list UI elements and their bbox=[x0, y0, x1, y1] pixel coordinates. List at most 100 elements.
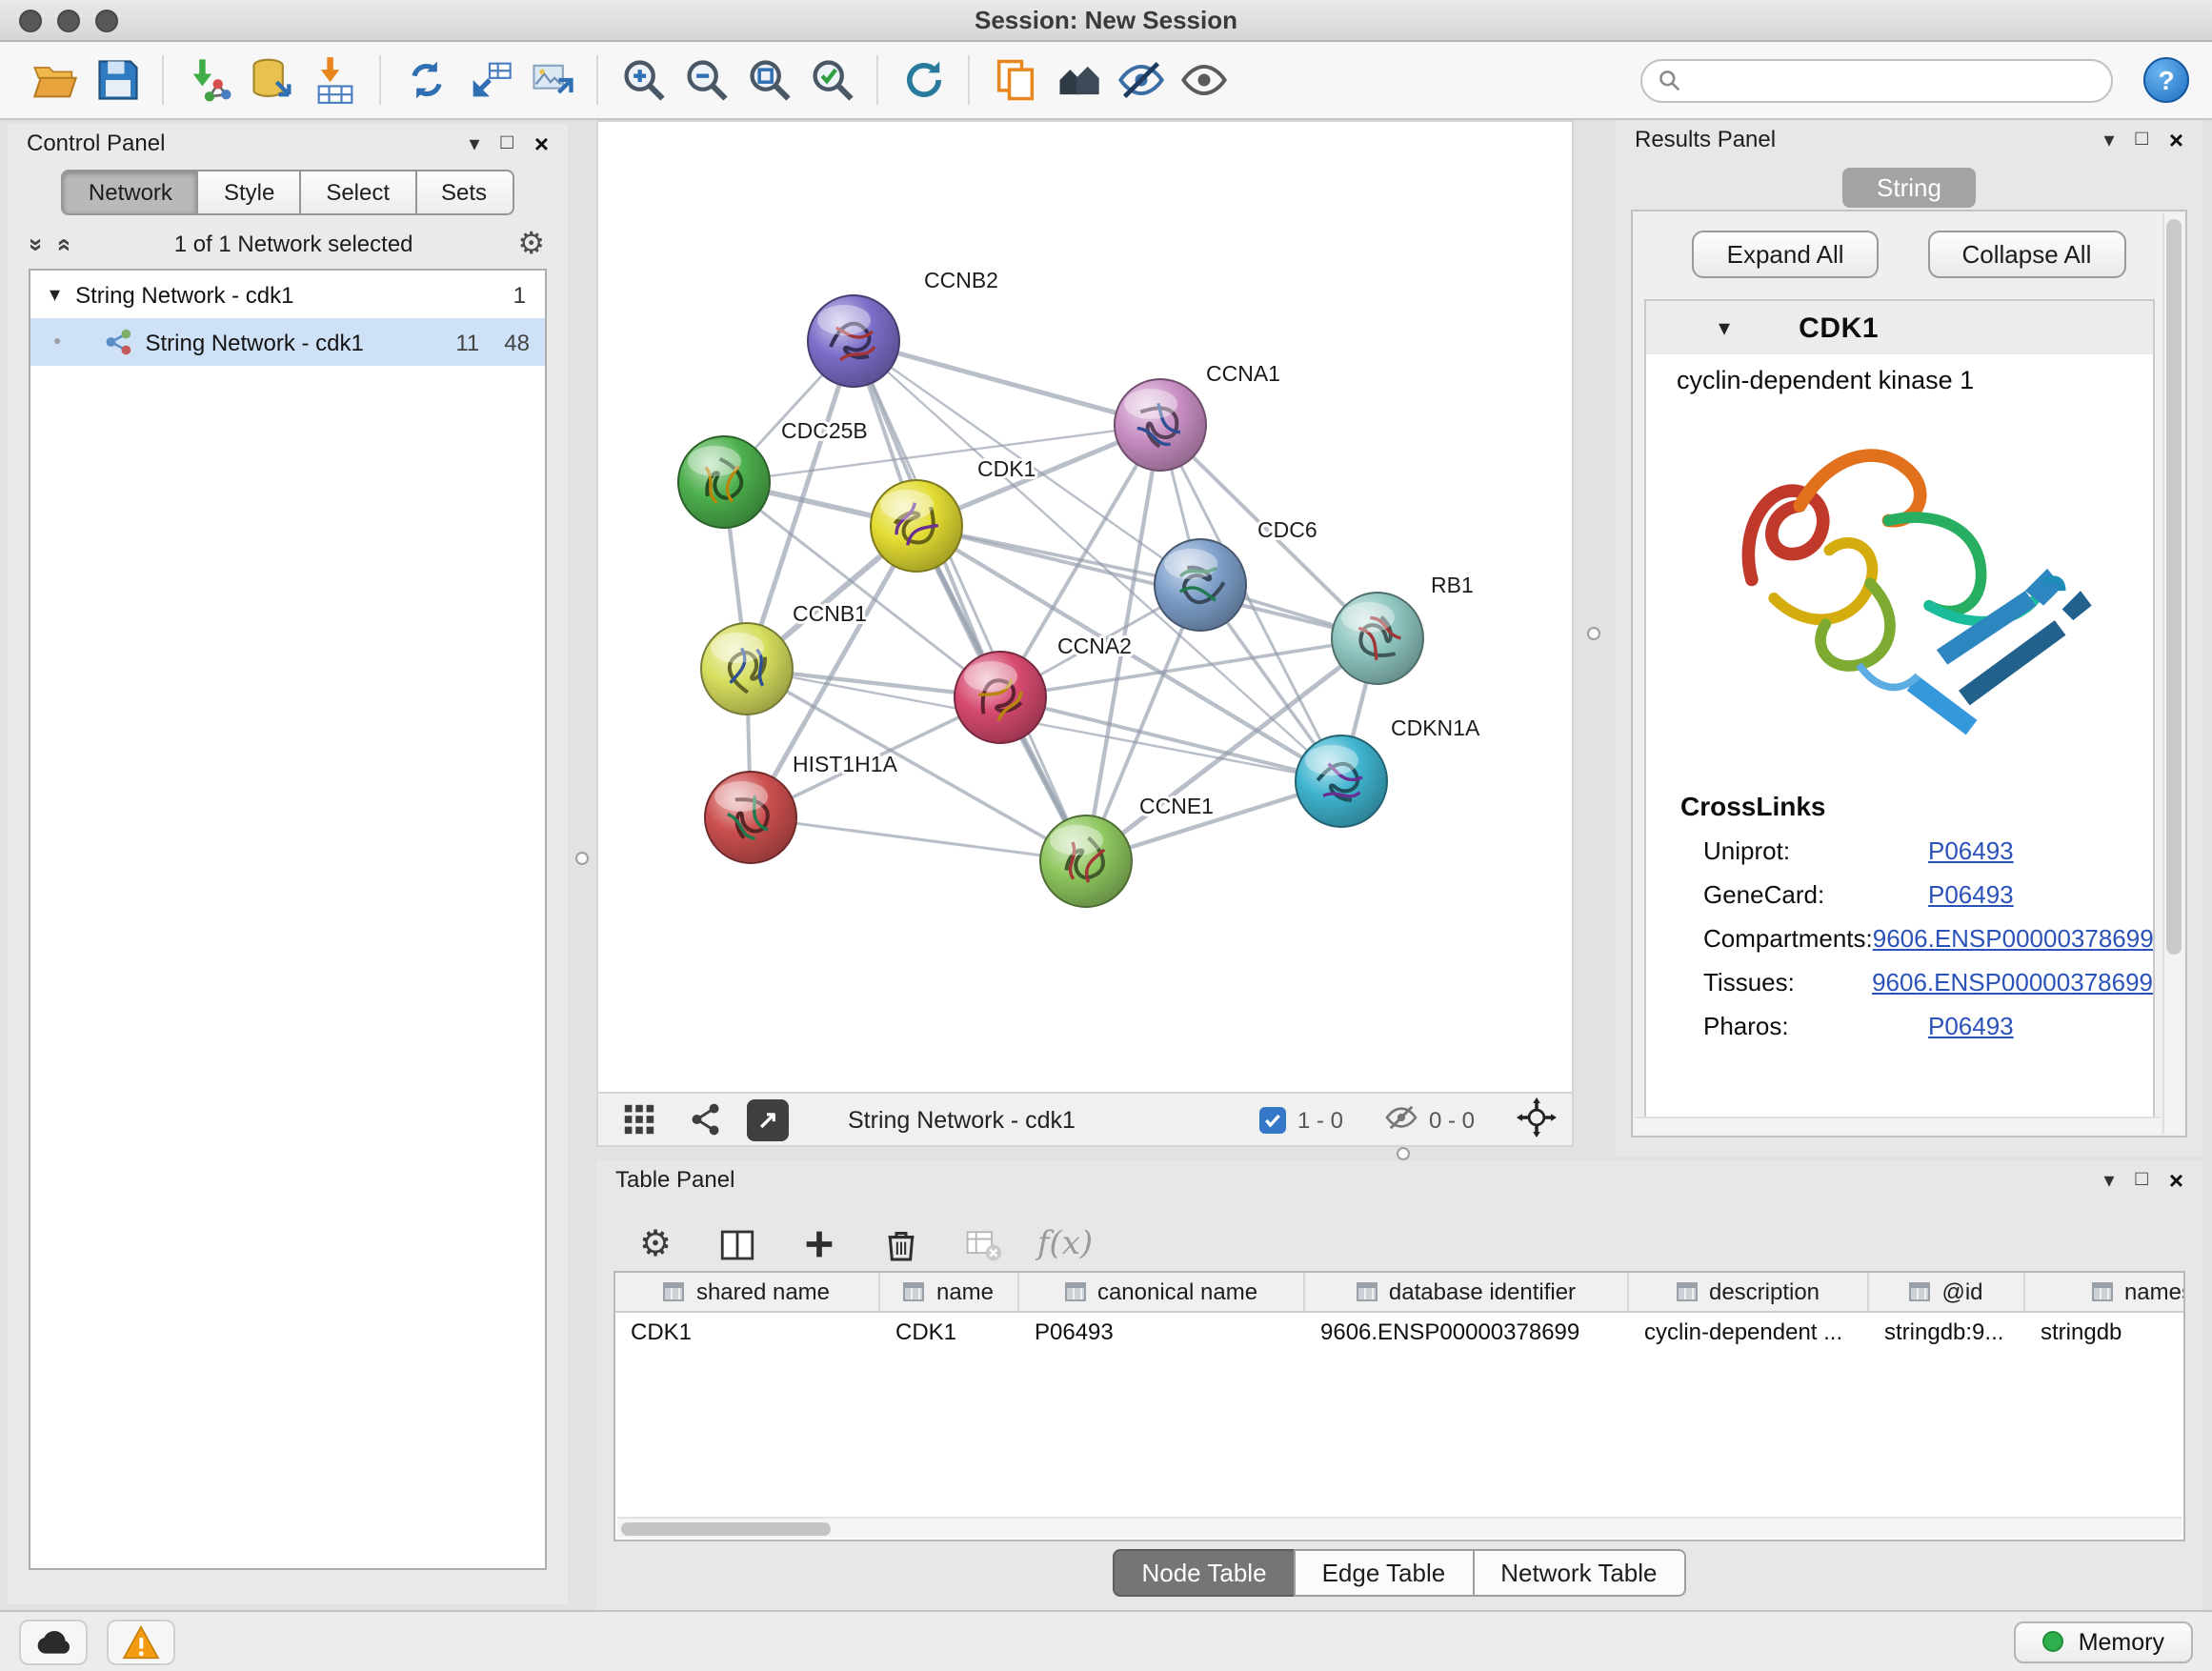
edge-CCNB2-CCNE1[interactable] bbox=[854, 341, 1086, 861]
node-CDKN1A[interactable] bbox=[1296, 735, 1387, 827]
column-header-database-identifier[interactable]: database identifier bbox=[1305, 1273, 1629, 1311]
node-CCNA1[interactable] bbox=[1115, 379, 1206, 471]
node-CCNA2[interactable] bbox=[955, 652, 1046, 743]
node-CCNB2[interactable] bbox=[808, 295, 899, 387]
results-horizontal-scrollbar[interactable] bbox=[1635, 1117, 2161, 1134]
node-CDC25B[interactable] bbox=[678, 436, 770, 528]
home-icon[interactable] bbox=[1046, 50, 1109, 111]
expand-all-button[interactable]: Expand All bbox=[1693, 231, 1879, 278]
import-network-from-file-icon[interactable] bbox=[177, 50, 240, 111]
table-cell-shared-name[interactable]: CDK1 bbox=[615, 1313, 880, 1353]
vertical-splitter-handle-left[interactable] bbox=[575, 852, 589, 865]
import-network-from-database-icon[interactable] bbox=[240, 50, 303, 111]
zoom-in-icon[interactable] bbox=[612, 50, 674, 111]
crosslink-tissues-link[interactable]: 9606.ENSP00000378699 bbox=[1872, 968, 2153, 997]
panel-close-icon[interactable]: × bbox=[2169, 125, 2183, 153]
table-cell-id[interactable]: stringdb:9... bbox=[1869, 1313, 2025, 1353]
table-horizontal-scrollbar[interactable] bbox=[617, 1517, 2182, 1538]
node-CCNB1[interactable] bbox=[701, 623, 793, 715]
minimize-window-button[interactable] bbox=[57, 9, 80, 31]
pan-crosshair-icon[interactable] bbox=[1517, 1097, 1557, 1142]
table-cell-description[interactable]: cyclin-dependent ... bbox=[1629, 1313, 1869, 1353]
panel-float-icon[interactable]: □ bbox=[501, 131, 513, 154]
warnings-button[interactable] bbox=[107, 1619, 175, 1664]
expand-all-tree-icon[interactable]: » bbox=[49, 237, 77, 251]
panel-menu-icon[interactable]: ▾ bbox=[2103, 1167, 2114, 1192]
tab-node-table[interactable]: Node Table bbox=[1113, 1549, 1295, 1597]
network-options-gear-icon[interactable]: ⚙ bbox=[517, 225, 545, 263]
node-RB1[interactable] bbox=[1332, 593, 1423, 684]
hide-selected-icon[interactable] bbox=[1109, 50, 1172, 111]
save-session-icon[interactable] bbox=[86, 50, 149, 111]
close-window-button[interactable] bbox=[19, 9, 42, 31]
open-session-icon[interactable] bbox=[23, 50, 86, 111]
panel-menu-icon[interactable]: ▾ bbox=[469, 131, 479, 155]
network-canvas[interactable]: CCNB2CCNA1CDC25BCDK1CDC6RB1CCNB1CCNA2CDK… bbox=[596, 120, 1574, 1094]
tree-caret-icon[interactable]: ▾ bbox=[50, 282, 60, 307]
network-graph[interactable]: CCNB2CCNA1CDC25BCDK1CDC6RB1CCNB1CCNA2CDK… bbox=[598, 122, 1572, 1092]
zoom-window-button[interactable] bbox=[95, 9, 118, 31]
import-table-from-file-icon[interactable] bbox=[303, 50, 366, 111]
column-header-namespace[interactable]: namespace bbox=[2025, 1273, 2185, 1311]
panel-float-icon[interactable]: □ bbox=[2136, 1168, 2148, 1191]
table-cell-canonical-name[interactable]: P06493 bbox=[1019, 1313, 1305, 1353]
show-columns-icon[interactable] bbox=[713, 1219, 762, 1269]
crosslink-uniprot-link[interactable]: P06493 bbox=[1928, 836, 2014, 865]
refresh-icon[interactable] bbox=[892, 50, 955, 111]
crosslink-genecard-link[interactable]: P06493 bbox=[1928, 880, 2014, 909]
panel-close-icon[interactable]: × bbox=[534, 129, 549, 157]
panel-float-icon[interactable]: □ bbox=[2136, 128, 2148, 151]
column-header-id[interactable]: @id bbox=[1869, 1273, 2025, 1311]
export-image-icon[interactable] bbox=[520, 50, 583, 111]
crosslink-compartments-link[interactable]: 9606.ENSP00000378699 bbox=[1873, 924, 2154, 953]
vertical-splitter-handle-right[interactable] bbox=[1587, 627, 1600, 640]
edge-HIST1H1A-CCNE1[interactable] bbox=[751, 817, 1086, 861]
column-header-name[interactable]: name bbox=[880, 1273, 1019, 1311]
column-header-canonical-name[interactable]: canonical name bbox=[1019, 1273, 1305, 1311]
column-header-shared-name[interactable]: shared name bbox=[615, 1273, 880, 1311]
delete-column-trash-icon[interactable] bbox=[876, 1219, 926, 1269]
horizontal-splitter-handle[interactable] bbox=[1397, 1147, 1410, 1160]
create-network-from-table-icon[interactable] bbox=[457, 50, 520, 111]
tab-string[interactable]: String bbox=[1842, 168, 1976, 208]
column-header-description[interactable]: description bbox=[1629, 1273, 1869, 1311]
zoom-out-icon[interactable] bbox=[674, 50, 737, 111]
tab-edge-table[interactable]: Edge Table bbox=[1294, 1549, 1475, 1597]
hidden-eye-icon[interactable] bbox=[1385, 1102, 1418, 1137]
results-vertical-scrollbar[interactable] bbox=[2162, 213, 2183, 1134]
tab-network-table[interactable]: Network Table bbox=[1472, 1549, 1685, 1597]
zoom-selected-icon[interactable] bbox=[800, 50, 863, 111]
panel-menu-icon[interactable]: ▾ bbox=[2103, 127, 2114, 151]
show-all-icon[interactable] bbox=[1172, 50, 1235, 111]
open-in-browser-button[interactable]: ↗ bbox=[747, 1098, 789, 1140]
clone-network-icon[interactable] bbox=[394, 50, 457, 111]
birdseye-grid-icon[interactable] bbox=[613, 1095, 663, 1144]
tab-select[interactable]: Select bbox=[299, 170, 416, 215]
network-collection-row[interactable]: ▾ String Network - cdk1 1 bbox=[30, 271, 545, 318]
memory-button[interactable]: Memory bbox=[2014, 1621, 2193, 1662]
copy-icon[interactable] bbox=[983, 50, 1046, 111]
automation-cloud-button[interactable] bbox=[19, 1619, 88, 1664]
edge-CDK1-RB1[interactable] bbox=[916, 526, 1377, 638]
gene-section-header[interactable]: ▾ CDK1 bbox=[1646, 301, 2153, 354]
panel-close-icon[interactable]: × bbox=[2169, 1165, 2183, 1194]
tab-style[interactable]: Style bbox=[197, 170, 301, 215]
collapse-all-button[interactable]: Collapse All bbox=[1928, 231, 2126, 278]
tab-sets[interactable]: Sets bbox=[414, 170, 513, 215]
section-caret-icon[interactable]: ▾ bbox=[1719, 314, 1730, 341]
table-cell-name[interactable]: CDK1 bbox=[880, 1313, 1019, 1353]
node-CDC6[interactable] bbox=[1155, 539, 1246, 631]
scrollbar-thumb[interactable] bbox=[621, 1522, 831, 1536]
crosslink-pharos-link[interactable]: P06493 bbox=[1928, 1012, 2014, 1040]
table-row[interactable]: CDK1CDK1P064939606.ENSP00000378699cyclin… bbox=[615, 1313, 2183, 1353]
network-row-selected[interactable]: ● String Network - cdk1 11 48 bbox=[30, 318, 545, 366]
table-cell-namespace[interactable]: stringdb bbox=[2025, 1313, 2185, 1353]
selected-nodes-checkbox[interactable] bbox=[1259, 1106, 1286, 1133]
search-input[interactable] bbox=[1692, 67, 2096, 93]
table-cell-database-identifier[interactable]: 9606.ENSP00000378699 bbox=[1305, 1313, 1629, 1353]
node-CDK1[interactable] bbox=[871, 480, 962, 572]
node-HIST1H1A[interactable] bbox=[705, 772, 796, 863]
table-settings-gear-icon[interactable]: ⚙ bbox=[631, 1219, 680, 1269]
zoom-fit-icon[interactable] bbox=[737, 50, 800, 111]
tab-network[interactable]: Network bbox=[62, 170, 199, 215]
